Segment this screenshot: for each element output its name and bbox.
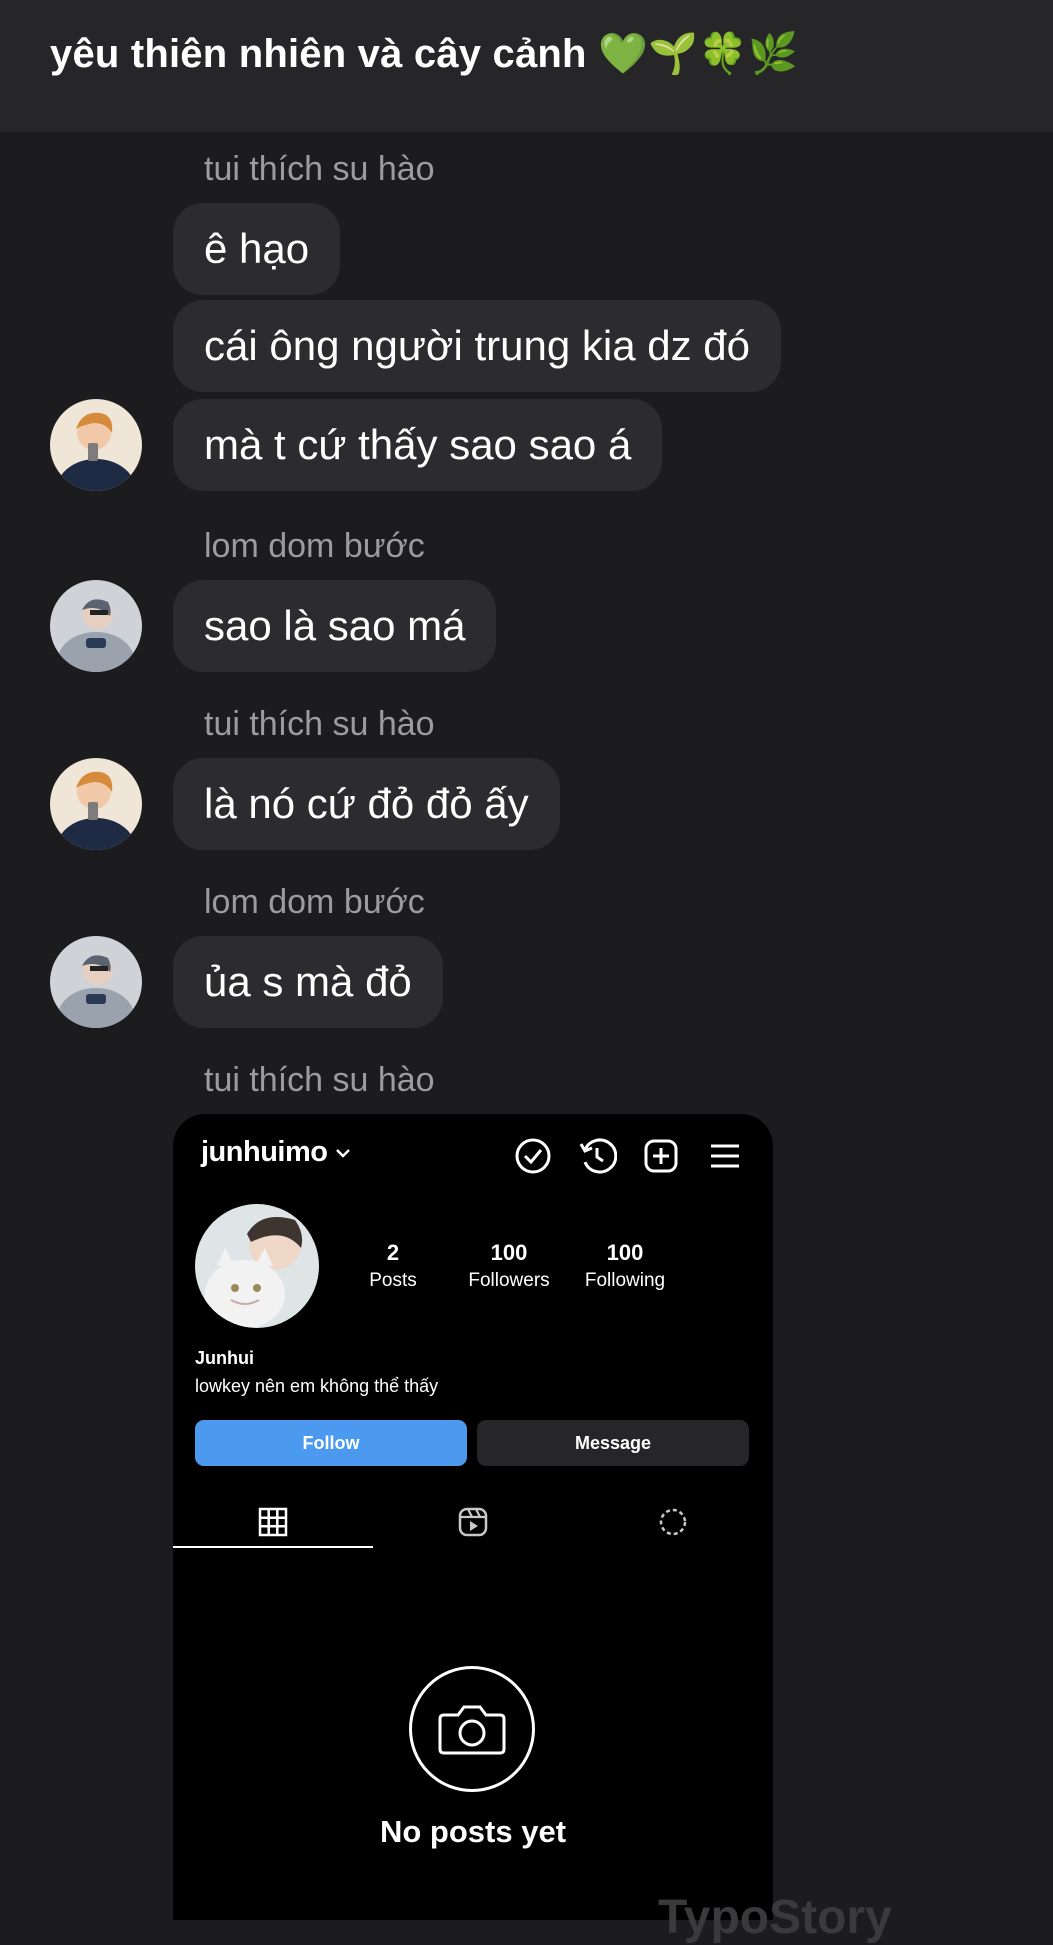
tab-grid[interactable] (173, 1494, 373, 1554)
message-button[interactable]: Message (477, 1420, 749, 1466)
watermark: TypoStory (658, 1891, 892, 1944)
stat-posts[interactable]: 2 Posts (333, 1240, 453, 1292)
profile-bio: lowkey nên em không thể thấy (195, 1376, 439, 1396)
camera-icon (409, 1666, 535, 1792)
avatar[interactable] (50, 399, 142, 491)
sender-name: tui thích su hào (204, 1061, 435, 1099)
avatar[interactable] (50, 758, 142, 850)
chat-header: yêu thiên nhiên và cây cảnh 💚🌱🍀🌿 (0, 0, 1053, 132)
tagged-icon (659, 1508, 687, 1536)
message-bubble[interactable]: là nó cứ đỏ đỏ ấy (173, 758, 560, 850)
avatar[interactable] (50, 936, 142, 1028)
tab-reels[interactable] (373, 1494, 573, 1554)
avatar[interactable] (50, 580, 142, 672)
message-bubble[interactable]: ủa s mà đỏ (173, 936, 443, 1028)
menu-icon (711, 1144, 739, 1168)
sender-name: lom dom bước (204, 883, 425, 921)
profile-name: Junhui (195, 1348, 254, 1368)
follow-button[interactable]: Follow (195, 1420, 467, 1466)
message-bubble[interactable]: sao là sao má (173, 580, 497, 672)
profile-toolbar (513, 1136, 753, 1176)
sender-name: tui thích su hào (204, 150, 435, 188)
history-icon (579, 1138, 617, 1174)
stat-following[interactable]: 100 Following (565, 1240, 685, 1292)
profile-username: junhuimo (201, 1136, 351, 1169)
message-bubble[interactable]: ê hạo (173, 203, 341, 295)
reels-icon (458, 1507, 488, 1537)
tab-tagged[interactable] (573, 1494, 773, 1554)
chevron-down-icon (336, 1149, 350, 1159)
sender-name: lom dom bước (204, 527, 425, 565)
empty-state-text: No posts yet (379, 1814, 567, 1849)
grid-icon (258, 1507, 288, 1537)
check-circle-icon (515, 1138, 551, 1174)
add-square-icon (644, 1139, 678, 1173)
chat-title[interactable]: yêu thiên nhiên và cây cảnh 💚🌱🍀🌿 (50, 30, 798, 77)
shared-screenshot[interactable]: junhuimo 2 Posts 100 Followers 100 Follo… (173, 1114, 773, 1920)
profile-picture (195, 1204, 319, 1328)
stat-followers[interactable]: 100 Followers (449, 1240, 569, 1292)
sender-name: tui thích su hào (204, 705, 435, 743)
message-bubble[interactable]: mà t cứ thấy sao sao á (173, 399, 663, 491)
message-bubble[interactable]: cái ông người trung kia dz đó (173, 300, 781, 392)
active-tab-indicator (173, 1546, 373, 1548)
